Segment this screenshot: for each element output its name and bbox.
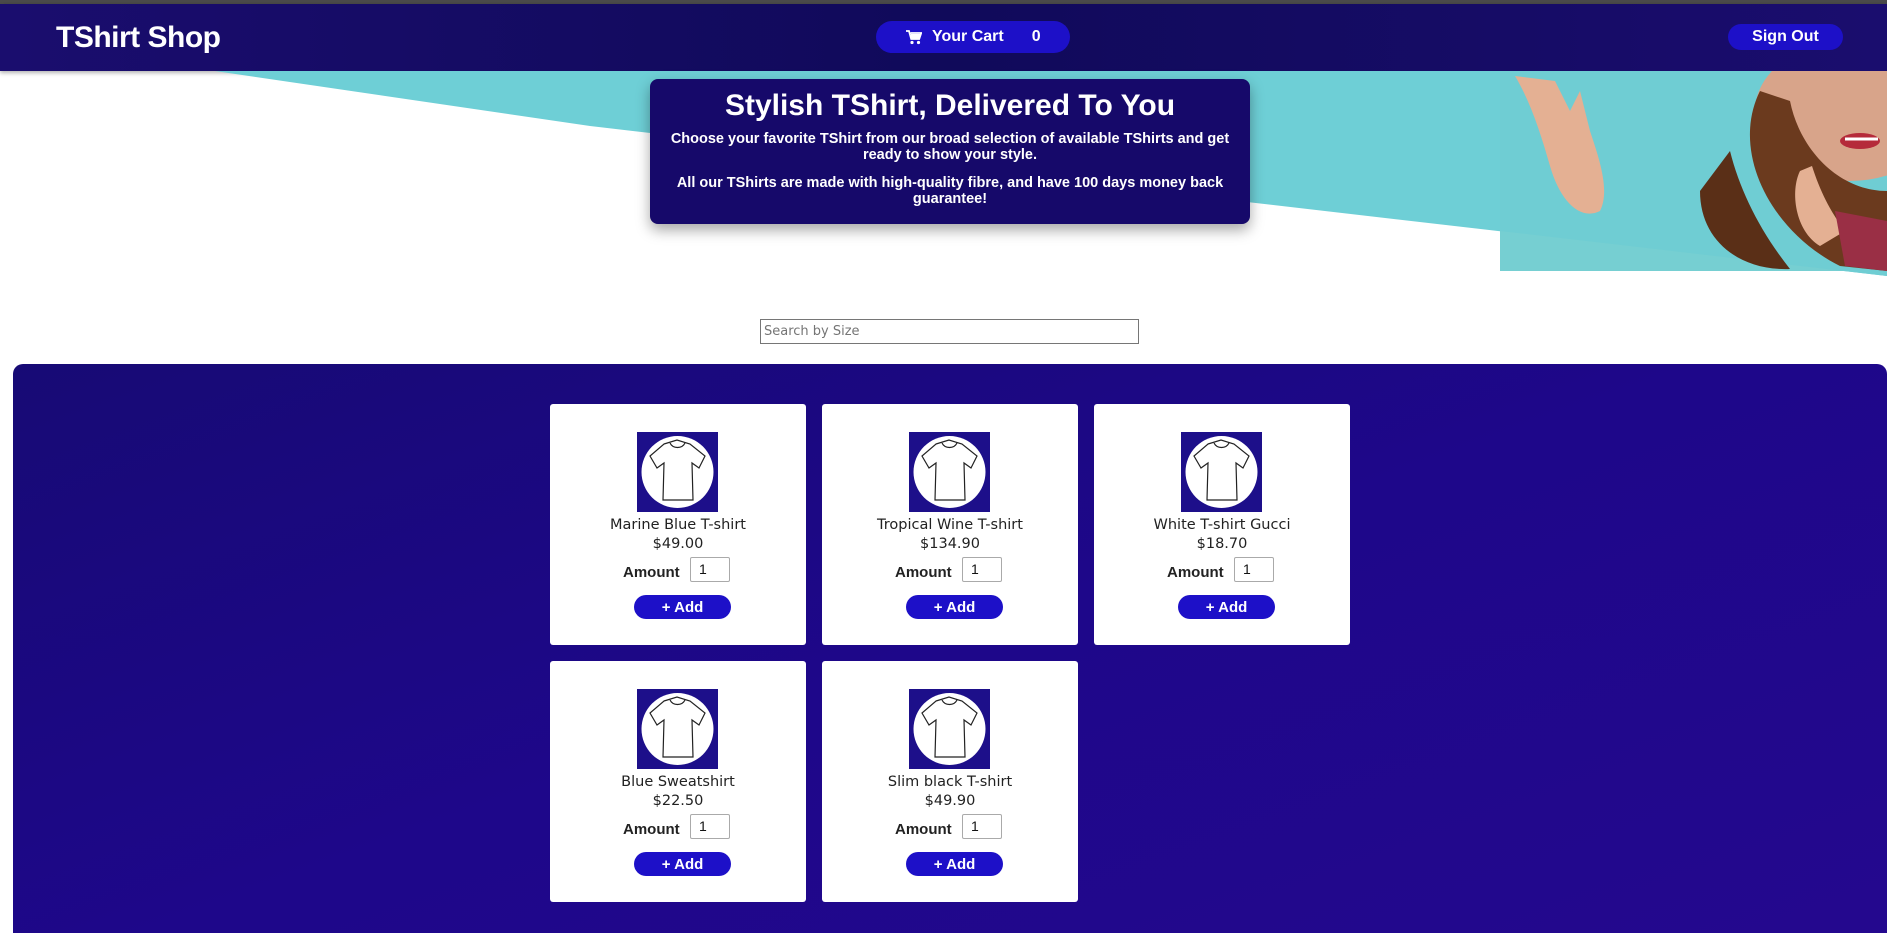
product-card: White T-shirt Gucci $18.70 Amount 1 + Ad… bbox=[1094, 404, 1350, 645]
cart-icon bbox=[906, 29, 922, 44]
top-navbar: TShirt Shop Your Cart 0 Sign Out bbox=[0, 4, 1887, 71]
hero-description-1: Choose your favorite TShirt from our bro… bbox=[670, 131, 1230, 163]
product-name: White T-shirt Gucci bbox=[1153, 517, 1291, 533]
search-by-size-input[interactable] bbox=[760, 319, 1139, 344]
cart-button[interactable]: Your Cart 0 bbox=[876, 21, 1070, 53]
tshirt-icon bbox=[913, 436, 986, 508]
product-name: Tropical Wine T-shirt bbox=[877, 517, 1023, 533]
product-name: Marine Blue T-shirt bbox=[610, 517, 746, 533]
tshirt-image bbox=[1181, 432, 1262, 512]
amount-label: Amount bbox=[895, 564, 952, 581]
products-panel: Marine Blue T-shirt $49.00 Amount 1 + Ad… bbox=[13, 364, 1887, 933]
amount-input[interactable]: 1 bbox=[1234, 557, 1274, 582]
add-to-cart-button[interactable]: + Add bbox=[906, 852, 1003, 876]
product-price: $49.00 bbox=[652, 536, 704, 552]
amount-input[interactable]: 1 bbox=[962, 814, 1002, 839]
product-price: $49.90 bbox=[924, 793, 976, 809]
product-price: $18.70 bbox=[1196, 536, 1248, 552]
tshirt-icon bbox=[913, 693, 986, 765]
product-price: $134.90 bbox=[920, 536, 980, 552]
amount-input[interactable]: 1 bbox=[690, 814, 730, 839]
hero-card: Stylish TShirt, Delivered To You Choose … bbox=[650, 79, 1250, 224]
tshirt-icon bbox=[641, 436, 714, 508]
amount-label: Amount bbox=[1167, 564, 1224, 581]
hero-description-2: All our TShirts are made with high-quali… bbox=[676, 175, 1224, 207]
add-to-cart-button[interactable]: + Add bbox=[634, 852, 731, 876]
sign-out-button[interactable]: Sign Out bbox=[1728, 24, 1843, 50]
tshirt-image bbox=[909, 432, 990, 512]
product-card: Slim black T-shirt $49.90 Amount 1 + Add bbox=[822, 661, 1078, 902]
product-name: Slim black T-shirt bbox=[887, 774, 1013, 790]
add-to-cart-button[interactable]: + Add bbox=[906, 595, 1003, 619]
product-price: $22.50 bbox=[652, 793, 704, 809]
product-card: Marine Blue T-shirt $49.00 Amount 1 + Ad… bbox=[550, 404, 806, 645]
model-photo bbox=[1500, 71, 1887, 276]
amount-label: Amount bbox=[895, 821, 952, 838]
hero-title: Stylish TShirt, Delivered To You bbox=[724, 89, 1176, 122]
amount-input[interactable]: 1 bbox=[690, 557, 730, 582]
tshirt-icon bbox=[1185, 436, 1258, 508]
amount-label: Amount bbox=[623, 821, 680, 838]
brand-logo[interactable]: TShirt Shop bbox=[56, 21, 221, 55]
tshirt-image bbox=[637, 432, 718, 512]
product-name: Blue Sweatshirt bbox=[621, 774, 735, 790]
cart-count-badge: 0 bbox=[1031, 28, 1041, 45]
amount-input[interactable]: 1 bbox=[962, 557, 1002, 582]
amount-label: Amount bbox=[623, 564, 680, 581]
tshirt-icon bbox=[641, 693, 714, 765]
cart-label: Your Cart bbox=[932, 28, 1004, 45]
product-card: Blue Sweatshirt $22.50 Amount 1 + Add bbox=[550, 661, 806, 902]
add-to-cart-button[interactable]: + Add bbox=[1178, 595, 1275, 619]
tshirt-image bbox=[637, 689, 718, 769]
product-card: Tropical Wine T-shirt $134.90 Amount 1 +… bbox=[822, 404, 1078, 645]
add-to-cart-button[interactable]: + Add bbox=[634, 595, 731, 619]
tshirt-image bbox=[909, 689, 990, 769]
